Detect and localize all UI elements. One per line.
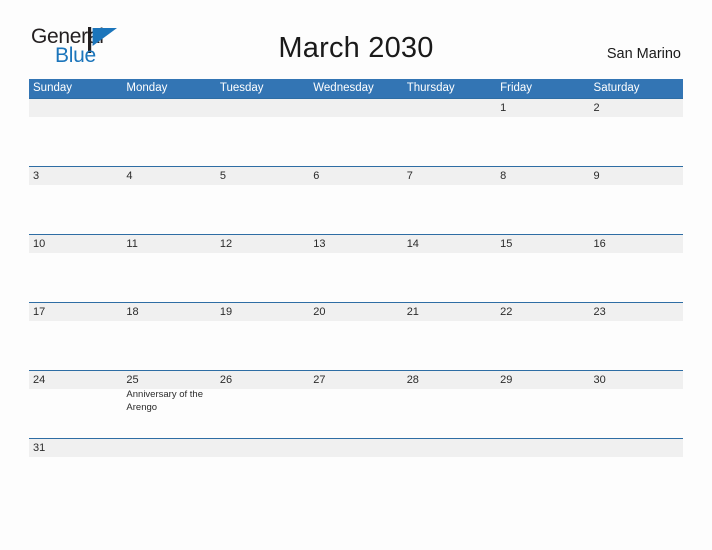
day-cell[interactable] <box>122 99 215 166</box>
day-cell[interactable] <box>122 439 215 467</box>
day-number: 6 <box>313 170 320 182</box>
day-number: 16 <box>593 238 606 250</box>
day-number: 13 <box>313 238 326 250</box>
day-number: 12 <box>219 238 233 250</box>
dow-sunday: Sunday <box>33 82 73 94</box>
day-number: 17 <box>33 306 46 318</box>
day-cell[interactable]: 25 Anniversary of the Arengo <box>122 371 215 438</box>
region-label: San Marino <box>606 46 681 62</box>
day-cell[interactable]: 16 <box>590 235 683 302</box>
day-cell[interactable]: 21 <box>403 303 496 370</box>
day-cell[interactable]: 6 <box>309 167 402 234</box>
page-header: General Blue March 2030 San Marino <box>0 0 712 72</box>
day-cell[interactable]: 29 <box>496 371 589 438</box>
calendar-week-row: 1 2 <box>29 98 683 166</box>
day-number: 11 <box>126 238 138 250</box>
day-of-week-header-row: Sunday Monday Tuesday Wednesday Thursday… <box>29 79 683 98</box>
day-number: 14 <box>406 238 419 250</box>
page-title: March 2030 <box>278 32 434 64</box>
dow-monday: Monday <box>126 82 168 94</box>
day-cell[interactable]: 20 <box>309 303 402 370</box>
day-number: 2 <box>593 102 600 114</box>
day-number: 20 <box>313 306 326 318</box>
day-cell[interactable] <box>309 439 402 467</box>
day-number: 5 <box>219 170 226 182</box>
day-cell[interactable]: 11 <box>122 235 215 302</box>
calendar-week-row: 31 <box>29 438 683 467</box>
day-number: 21 <box>406 306 419 318</box>
day-cell[interactable] <box>216 99 309 166</box>
day-number: 29 <box>500 374 513 386</box>
day-cell[interactable]: 17 <box>29 303 122 370</box>
day-cell[interactable]: 31 <box>29 439 122 467</box>
day-cell[interactable]: 10 <box>29 235 122 302</box>
day-number: 7 <box>406 170 413 182</box>
day-cell[interactable] <box>496 439 589 467</box>
day-number: 3 <box>33 170 40 182</box>
day-number: 19 <box>219 306 233 318</box>
calendar-week-row: 17 18 19 20 21 22 23 <box>29 302 683 370</box>
day-number: 31 <box>33 442 46 454</box>
day-number: 23 <box>593 306 606 318</box>
day-number: 24 <box>33 374 46 386</box>
day-cell[interactable]: 27 <box>309 371 402 438</box>
day-cell[interactable]: 26 <box>216 371 309 438</box>
day-cell[interactable] <box>309 99 402 166</box>
day-cell[interactable]: 14 <box>403 235 496 302</box>
dow-tuesday: Tuesday <box>219 82 264 94</box>
day-number: 25 <box>126 374 139 386</box>
calendar-week-row: 3 4 5 6 7 8 9 <box>29 166 683 234</box>
day-cell[interactable]: 28 <box>403 371 496 438</box>
day-cell[interactable]: 19 <box>216 303 309 370</box>
dow-wednesday: Wednesday <box>313 82 374 94</box>
day-cell[interactable]: 9 <box>590 167 683 234</box>
day-number: 1 <box>500 102 507 114</box>
day-cell[interactable]: 3 <box>29 167 122 234</box>
day-cell[interactable] <box>403 99 496 166</box>
day-cell[interactable]: 2 <box>590 99 683 166</box>
day-cell[interactable]: 22 <box>496 303 589 370</box>
day-cell[interactable]: 8 <box>496 167 589 234</box>
day-cell[interactable] <box>29 99 122 166</box>
dow-saturday: Saturday <box>593 82 640 94</box>
dow-friday: Friday <box>500 82 533 94</box>
day-cell[interactable]: 13 <box>309 235 402 302</box>
calendar-week-row: 10 11 12 13 14 15 16 <box>29 234 683 302</box>
day-cell[interactable]: 23 <box>590 303 683 370</box>
day-cell[interactable]: 12 <box>216 235 309 302</box>
day-cell[interactable]: 24 <box>29 371 122 438</box>
day-number: 27 <box>313 374 326 386</box>
day-cell[interactable] <box>590 439 683 467</box>
day-number: 4 <box>126 170 133 182</box>
day-number: 30 <box>593 374 606 386</box>
day-cell[interactable]: 18 <box>122 303 215 370</box>
day-event: Anniversary of the Arengo <box>126 389 203 413</box>
day-number: 9 <box>593 170 600 182</box>
day-number: 15 <box>500 238 513 250</box>
day-number: 8 <box>500 170 507 182</box>
day-number: 28 <box>406 374 419 386</box>
day-cell[interactable]: 1 <box>496 99 589 166</box>
day-cell[interactable]: 15 <box>496 235 589 302</box>
day-cell[interactable]: 30 <box>590 371 683 438</box>
day-cell[interactable]: 7 <box>403 167 496 234</box>
dow-thursday: Thursday <box>406 82 455 94</box>
day-number: 10 <box>33 238 46 250</box>
day-cell[interactable] <box>216 439 309 467</box>
day-cell[interactable]: 4 <box>122 167 215 234</box>
day-cell[interactable]: 5 <box>216 167 309 234</box>
day-number: 22 <box>500 306 513 318</box>
day-number: 18 <box>126 306 139 318</box>
calendar-grid: Sunday Monday Tuesday Wednesday Thursday… <box>29 79 683 467</box>
calendar-week-row: 24 25 Anniversary of the Arengo 26 27 28 … <box>29 370 683 438</box>
day-number: 26 <box>219 374 233 386</box>
day-cell[interactable] <box>403 439 496 467</box>
